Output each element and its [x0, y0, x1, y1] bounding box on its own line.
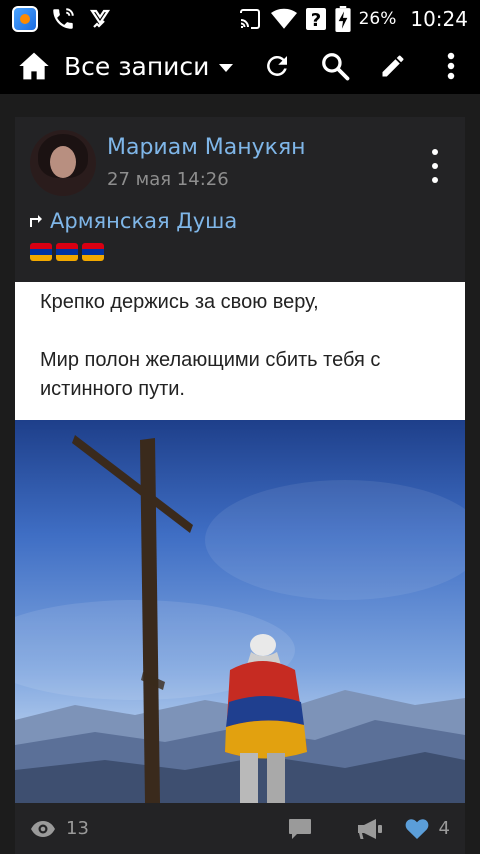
- repost-megaphone-icon: [357, 818, 382, 839]
- avatar[interactable]: [30, 130, 96, 196]
- toolbar: Все записи: [0, 38, 480, 94]
- wifi-call-icon: [53, 8, 74, 29]
- new-post-button[interactable]: [364, 42, 422, 90]
- views-count: 13: [66, 818, 89, 839]
- views-counter: 13: [30, 818, 89, 839]
- post-text-line-1: Крепко держись за свою веру,: [40, 291, 319, 313]
- comment-button[interactable]: [265, 803, 335, 854]
- signal-unknown-icon: ?: [305, 8, 326, 31]
- repost-source[interactable]: Армянская Душа: [30, 209, 237, 233]
- comment-icon: [288, 818, 311, 839]
- edit-icon: [382, 55, 404, 77]
- battery-charging-icon: [334, 6, 351, 32]
- flag-emoji-row: [30, 243, 104, 261]
- repost-arrow-icon: [30, 215, 42, 227]
- search-icon: [322, 53, 350, 81]
- share-button[interactable]: [335, 803, 405, 854]
- post-header: Мариам Манукян 27 мая 14:26 Армянская Ду…: [15, 117, 465, 282]
- home-button[interactable]: [14, 46, 54, 86]
- refresh-button[interactable]: [248, 42, 306, 90]
- likes-count: 4: [438, 818, 450, 839]
- overflow-menu-button[interactable]: [422, 42, 480, 90]
- repost-source-name[interactable]: Армянская Душа: [50, 209, 237, 233]
- armenian-flag-icon: [82, 243, 104, 261]
- post-actions-bar: 13 4: [15, 803, 465, 854]
- armenian-flag-icon: [56, 243, 78, 261]
- home-icon: [19, 52, 49, 80]
- refresh-icon: [267, 55, 287, 76]
- cast-icon: [239, 9, 260, 29]
- author-name[interactable]: Мариам Манукян: [107, 135, 306, 160]
- post-date: 27 мая 14:26: [107, 169, 229, 190]
- heart-icon: [405, 818, 428, 839]
- feed-filter-title[interactable]: Все записи: [64, 52, 209, 81]
- more-vert-icon: [447, 52, 455, 80]
- svg-text:?: ?: [310, 10, 320, 31]
- armenian-flag-icon: [30, 243, 52, 261]
- post-photo[interactable]: [15, 420, 465, 803]
- post-card: Мариам Манукян 27 мая 14:26 Армянская Ду…: [15, 117, 465, 854]
- like-button[interactable]: 4: [405, 818, 450, 840]
- eye-icon: [31, 820, 55, 837]
- checkmark-app-icon: [89, 9, 111, 28]
- post-menu-button[interactable]: [423, 149, 447, 183]
- clock: 10:24: [410, 7, 468, 31]
- wifi-icon: [270, 8, 297, 29]
- app-launcher-icon: [12, 6, 38, 32]
- search-button[interactable]: [306, 42, 364, 90]
- post-text-image: Крепко держись за свою веру, Мир полон ж…: [15, 282, 465, 420]
- status-bar: ? 26% 10:24: [0, 0, 480, 38]
- post-text-line-2: Мир полон желающими сбить тебя с истинно…: [40, 349, 381, 400]
- cross-mountain-scene: [15, 435, 465, 803]
- battery-percent: 26%: [358, 9, 397, 29]
- dropdown-caret-icon[interactable]: [219, 64, 234, 72]
